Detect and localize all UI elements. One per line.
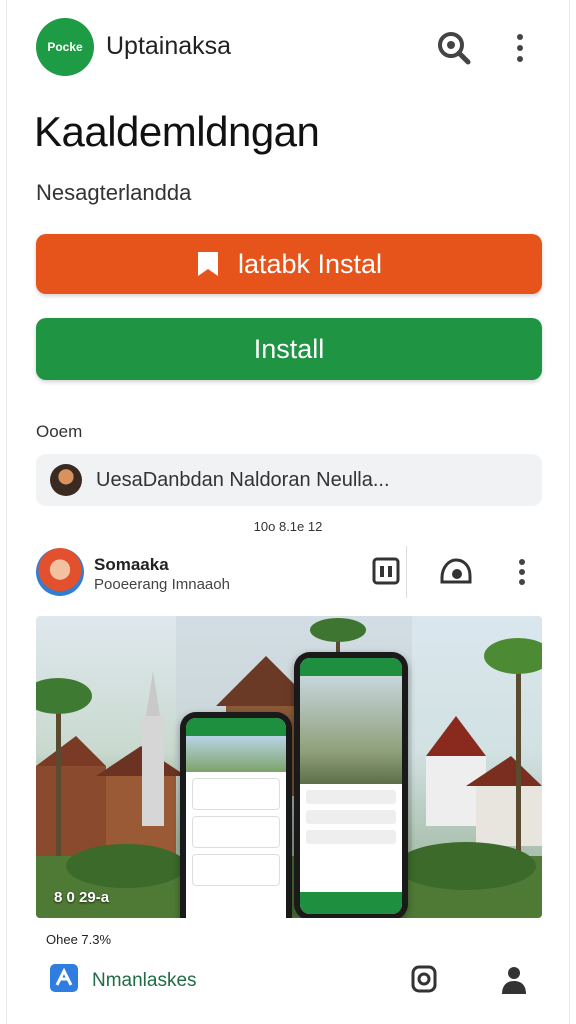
page-title: Kaaldemldngan (34, 108, 320, 155)
media-image[interactable]: 8 0 29-a (36, 616, 542, 918)
stats-text: Ohee 7.3% (46, 932, 112, 947)
primary-install-button[interactable]: latabk Instal (36, 234, 542, 294)
card-header: Somaaka Pooeerang Imnaaoh (36, 546, 542, 598)
instagram-icon[interactable] (410, 964, 438, 994)
section-label: Ooem (36, 422, 83, 441)
media-overlay-text: 8 0 29-a (54, 889, 110, 906)
card-divider (406, 546, 407, 598)
install-label: Install (253, 333, 325, 364)
page-subtitle: Nesagterlandda (36, 180, 192, 205)
phone-mockup-large (294, 652, 408, 918)
app-logo: Pocke (36, 18, 94, 76)
install-button[interactable]: Install (36, 318, 542, 380)
meta-info: 10o 8.1e 12 (253, 519, 323, 534)
frame-left-border (6, 0, 7, 1024)
avatar (50, 464, 82, 496)
bottom-bar-label[interactable]: Nmanlaskes (92, 970, 197, 992)
primary-install-label: latabk Instal (237, 248, 383, 279)
search-value: UesaDanbdan Naldoran Neulla... (96, 468, 390, 491)
top-app-bar: Pocke Uptainaksa (0, 14, 576, 78)
app-badge-icon[interactable] (50, 964, 78, 992)
more-vertical-icon[interactable] (504, 28, 536, 68)
profile-icon[interactable] (498, 962, 530, 996)
card-more-icon[interactable] (510, 554, 534, 590)
bottom-bar: Nmanlaskes (0, 956, 576, 1006)
search-field[interactable]: UesaDanbdan Naldoran Neulla... (36, 454, 542, 506)
card-avatar[interactable] (36, 548, 84, 596)
frame-right-border (569, 0, 570, 1024)
search-icon[interactable] (434, 28, 474, 68)
card-title: Somaaka (94, 555, 169, 574)
camera-icon[interactable] (438, 554, 474, 590)
app-logo-text: Pocke (47, 40, 83, 54)
flag-icon (197, 252, 218, 276)
card-subtitle: Pooeerang Imnaaoh (94, 576, 230, 593)
app-name: Uptainaksa (106, 32, 232, 60)
phone-mockup-small (180, 712, 292, 918)
calendar-icon[interactable] (370, 554, 402, 588)
